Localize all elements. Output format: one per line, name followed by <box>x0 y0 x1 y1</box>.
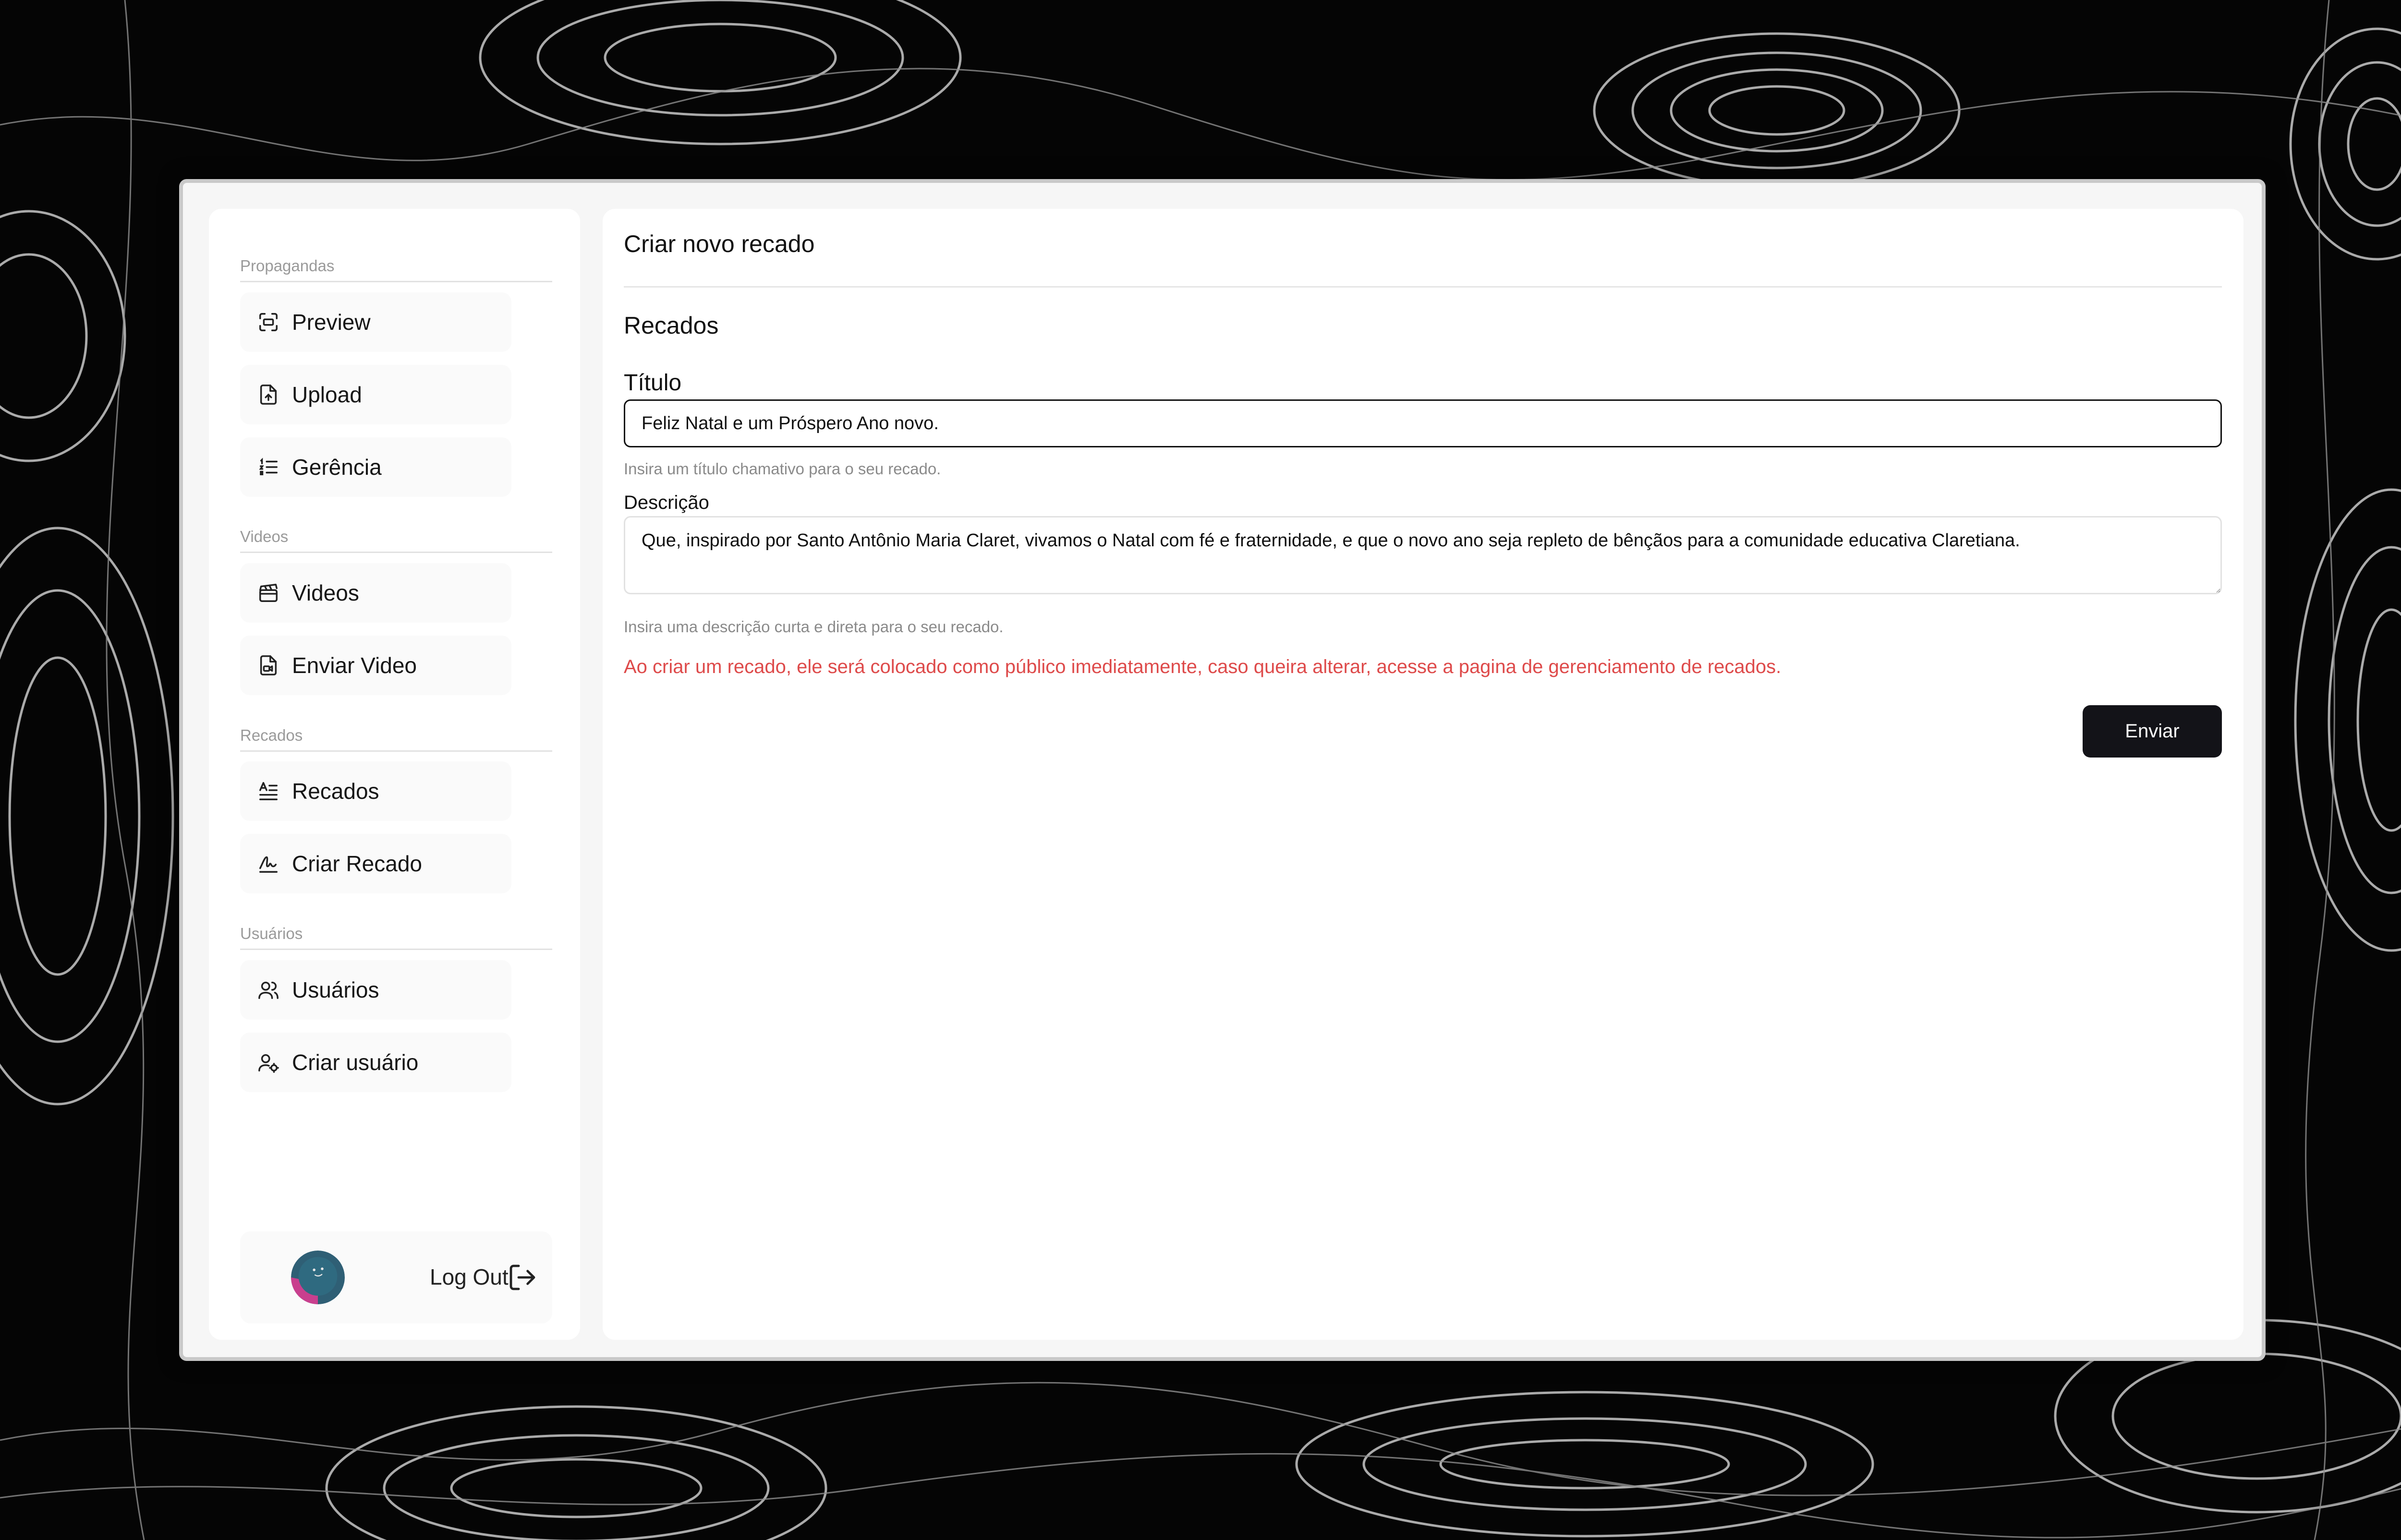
clapperboard-icon <box>256 581 280 605</box>
avatar[interactable] <box>291 1251 345 1304</box>
sidebar: Propagandas Preview Upload Gerência Vide… <box>209 209 580 1340</box>
section-label-recados: Recados <box>240 726 303 744</box>
title-input[interactable] <box>624 399 2222 447</box>
sidebar-item-label: Enviar Video <box>292 653 417 678</box>
section-label-usuarios: Usuários <box>240 925 303 942</box>
title-label: Título <box>624 370 682 396</box>
main-panel: Criar novo recado Recados Título Insira … <box>603 209 2243 1340</box>
preview-icon <box>256 310 280 334</box>
sidebar-item-label: Criar Recado <box>292 851 422 876</box>
user-cog-icon <box>256 1050 280 1074</box>
submit-button[interactable]: Enviar <box>2083 705 2222 758</box>
description-label: Descrição <box>624 492 709 513</box>
sidebar-item-criar-recado[interactable]: Criar Recado <box>240 834 511 893</box>
section-title: Recados <box>624 312 719 339</box>
signature-icon <box>256 852 280 876</box>
description-help-text: Insira uma descrição curta e direta para… <box>624 618 1004 636</box>
file-upload-icon <box>256 383 280 407</box>
sidebar-item-label: Upload <box>292 382 362 407</box>
section-divider <box>240 949 552 950</box>
public-warning-text: Ao criar um recado, ele será colocado co… <box>624 656 1782 677</box>
sidebar-item-label: Criar usuário <box>292 1050 419 1075</box>
header-divider <box>624 286 2222 288</box>
sidebar-item-label: Usuários <box>292 977 379 1002</box>
sidebar-footer: Log Out <box>240 1231 552 1323</box>
section-divider <box>240 552 552 553</box>
sidebar-item-preview[interactable]: Preview <box>240 292 511 352</box>
section-divider <box>240 750 552 752</box>
users-icon <box>256 978 280 1002</box>
section-label-videos: Videos <box>240 528 289 545</box>
app-window: Propagandas Preview Upload Gerência Vide… <box>179 179 2266 1361</box>
page-title: Criar novo recado <box>624 230 815 257</box>
sidebar-item-upload[interactable]: Upload <box>240 365 511 424</box>
sidebar-item-label: Videos <box>292 580 359 605</box>
sidebar-item-recados[interactable]: Recados <box>240 761 511 821</box>
sidebar-item-enviar-video[interactable]: Enviar Video <box>240 636 511 695</box>
logout-label[interactable]: Log Out <box>430 1264 509 1290</box>
section-label-propagandas: Propagandas <box>240 257 335 275</box>
sidebar-item-videos[interactable]: Videos <box>240 563 511 623</box>
text-lines-icon <box>256 779 280 803</box>
logout-icon[interactable] <box>507 1262 538 1293</box>
sidebar-item-usuarios[interactable]: Usuários <box>240 960 511 1020</box>
section-divider <box>240 281 552 282</box>
sidebar-item-gerencia[interactable]: Gerência <box>240 437 511 497</box>
sidebar-item-label: Gerência <box>292 455 382 480</box>
list-icon <box>256 455 280 479</box>
description-textarea[interactable]: Que, inspirado por Santo Antônio Maria C… <box>624 516 2222 594</box>
sidebar-item-label: Recados <box>292 779 379 804</box>
sidebar-item-criar-usuario[interactable]: Criar usuário <box>240 1033 511 1092</box>
file-video-icon <box>256 653 280 677</box>
title-help-text: Insira um título chamativo para o seu re… <box>624 460 941 478</box>
sidebar-item-label: Preview <box>292 310 371 335</box>
